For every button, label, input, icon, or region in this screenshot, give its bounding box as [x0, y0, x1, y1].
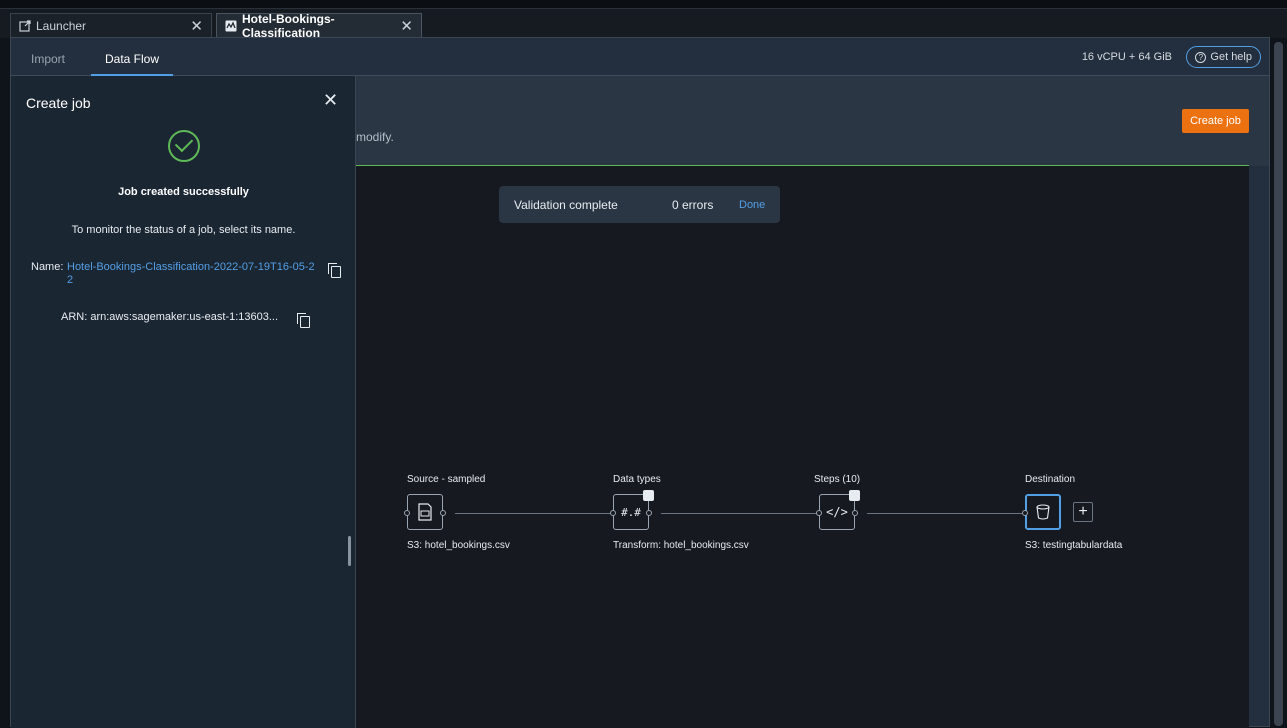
close-icon[interactable]: ✕ — [323, 90, 338, 111]
flow-header: modify. Create job — [356, 76, 1269, 167]
tab-import[interactable]: Import — [31, 38, 65, 76]
success-check-icon — [168, 130, 200, 162]
flow-edge — [661, 513, 823, 514]
close-icon[interactable]: ✕ — [400, 17, 413, 35]
copy-icon[interactable] — [297, 313, 310, 328]
job-name-label: Name: — [31, 261, 64, 273]
panel-resize-handle[interactable] — [348, 536, 351, 566]
input-port[interactable] — [1022, 510, 1028, 516]
source-node[interactable] — [407, 494, 443, 530]
header-description: modify. — [356, 130, 394, 144]
validation-status: Validation complete — [514, 197, 618, 212]
monitor-instructions: To monitor the status of a job, select i… — [71, 224, 296, 236]
success-message: Job created successfully — [118, 186, 249, 198]
scrollbar[interactable] — [1274, 42, 1283, 726]
tab-data-flow[interactable]: Data Flow — [91, 38, 173, 76]
chart-badge-icon[interactable] — [849, 490, 860, 501]
job-arn: ARN: arn:aws:sagemaker:us-east-1:13603..… — [61, 311, 279, 323]
panel-title: Create job — [26, 95, 91, 111]
flow-canvas[interactable]: Validation complete 0 errors Done Source… — [356, 166, 1249, 728]
flow-edge — [455, 513, 623, 514]
create-job-button[interactable]: Create job — [1182, 109, 1249, 133]
node-title: Source - sampled — [407, 474, 486, 485]
node-title: Data types — [613, 474, 661, 485]
input-port[interactable] — [610, 510, 616, 516]
validation-toast: Validation complete 0 errors Done — [499, 186, 780, 223]
resource-indicator: 16 vCPU + 64 GiB — [1081, 51, 1172, 63]
add-step-button[interactable]: + — [1073, 502, 1093, 522]
bucket-icon — [1036, 504, 1050, 520]
tab-label: Hotel-Bookings-Classification — [242, 12, 335, 40]
node-subtitle: S3: hotel_bookings.csv — [407, 540, 510, 551]
node-title: Steps (10) — [814, 474, 861, 485]
destination-node[interactable] — [1025, 494, 1061, 530]
output-port[interactable] — [440, 510, 446, 516]
create-job-panel: Create job ✕ Job created successfully To… — [11, 76, 356, 728]
subtab-bar: Import Data Flow 16 vCPU + 64 GiB ? Get … — [11, 38, 1269, 76]
window-top-strip — [0, 0, 1287, 9]
external-link-icon — [19, 20, 31, 32]
get-help-label: Get help — [1210, 51, 1252, 63]
chart-badge-icon[interactable] — [643, 490, 654, 501]
get-help-button[interactable]: ? Get help — [1186, 46, 1261, 68]
input-port[interactable] — [404, 510, 410, 516]
app-frame: Import Data Flow 16 vCPU + 64 GiB ? Get … — [10, 37, 1270, 728]
flow-edge — [867, 513, 1034, 514]
node-title: Destination — [1025, 474, 1076, 485]
validation-errors: 0 errors — [672, 197, 714, 212]
output-port[interactable] — [646, 510, 652, 516]
node-subtitle: S3: testingtabulardata — [1025, 540, 1123, 551]
data-wrangler-icon — [225, 20, 237, 32]
code-icon: </> — [826, 505, 848, 519]
done-link[interactable]: Done — [739, 199, 765, 211]
copy-icon[interactable] — [328, 263, 341, 278]
output-port[interactable] — [852, 510, 858, 516]
tab-hotel-bookings[interactable]: Hotel-Bookings-Classification ✕ — [216, 12, 422, 40]
tab-bar: Launcher ✕ Hotel-Bookings-Classification… — [0, 9, 1287, 40]
file-icon — [418, 503, 432, 521]
data-types-icon: #.# — [621, 505, 641, 519]
input-port[interactable] — [816, 510, 822, 516]
tab-label: Launcher — [36, 19, 87, 33]
node-subtitle: Transform: hotel_bookings.csv — [613, 540, 749, 551]
tab-launcher[interactable]: Launcher ✕ — [10, 13, 212, 38]
job-name-link[interactable]: Hotel-Bookings-Classification-2022-07-19… — [67, 261, 317, 287]
help-icon: ? — [1195, 51, 1207, 63]
close-icon[interactable]: ✕ — [190, 17, 203, 35]
